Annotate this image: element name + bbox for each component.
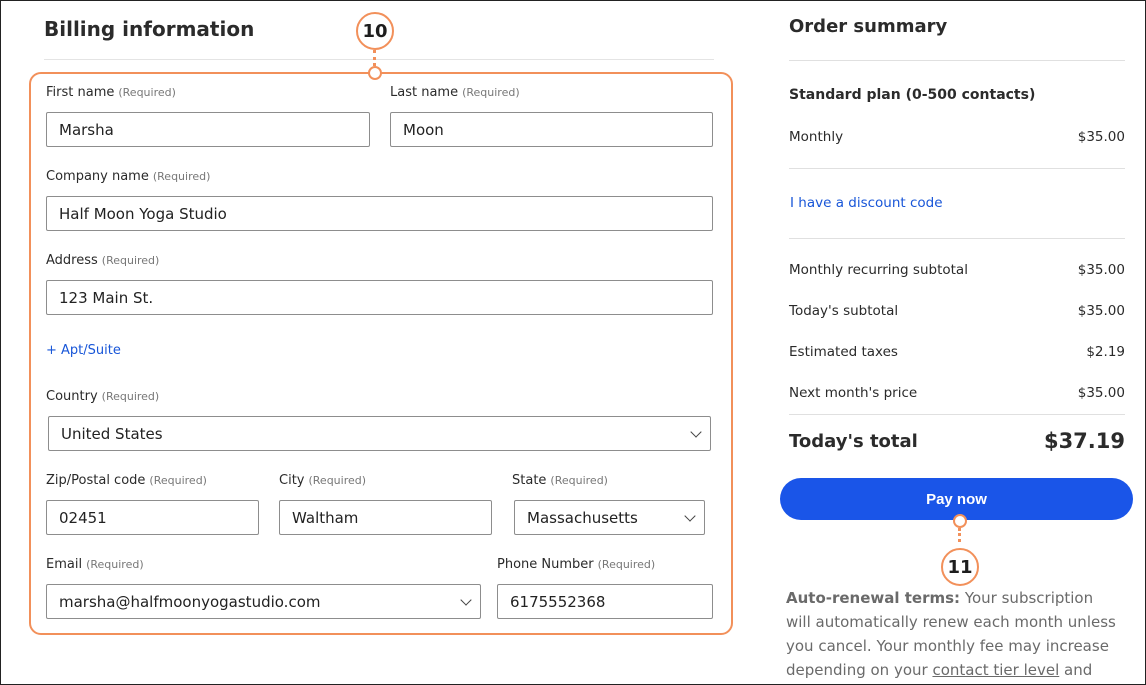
country-select[interactable]: United States xyxy=(48,416,711,451)
todays-total-value: $37.19 xyxy=(1043,429,1125,453)
callout-badge-10: 10 xyxy=(356,12,394,50)
country-value: United States xyxy=(61,424,163,443)
contact-tier-link[interactable]: contact tier level xyxy=(932,661,1059,679)
state-select[interactable]: Massachusetts xyxy=(514,500,705,535)
city-label: City (Required) xyxy=(279,473,367,488)
state-value: Massachusetts xyxy=(527,508,638,527)
last-name-input[interactable]: Moon xyxy=(390,112,713,147)
zip-input[interactable]: 02451 xyxy=(46,500,259,535)
email-select[interactable]: marsha@halfmoonyogastudio.com xyxy=(46,584,481,619)
callout-badge-11: 11 xyxy=(941,548,979,586)
todays-total-label: Today's total xyxy=(789,431,918,452)
recurring-subtotal-value: $35.00 xyxy=(1077,262,1125,278)
last-name-label: Last name (Required) xyxy=(390,85,520,100)
address-input[interactable]: 123 Main St. xyxy=(46,280,713,315)
recurring-subtotal-label: Monthly recurring subtotal xyxy=(789,262,968,278)
chevron-down-icon xyxy=(684,510,696,522)
chevron-down-icon xyxy=(460,594,472,606)
monthly-label: Monthly xyxy=(789,129,844,145)
today-subtotal-value: $35.00 xyxy=(1077,303,1125,319)
monthly-value: $35.00 xyxy=(1077,129,1125,145)
callout-connector xyxy=(373,50,376,66)
state-label: State (Required) xyxy=(512,473,608,488)
next-month-label: Next month's price xyxy=(789,385,918,401)
auto-renewal-terms: Auto-renewal terms: Your subscription wi… xyxy=(786,586,1121,682)
zip-label: Zip/Postal code (Required) xyxy=(46,473,207,488)
address-label: Address (Required) xyxy=(46,253,160,268)
billing-callout-highlight xyxy=(29,72,733,635)
next-month-value: $35.00 xyxy=(1077,385,1125,401)
summary-divider xyxy=(789,414,1125,415)
summary-divider xyxy=(789,168,1125,169)
summary-divider xyxy=(789,60,1125,61)
city-input[interactable]: Waltham xyxy=(279,500,492,535)
billing-title: Billing information xyxy=(44,17,255,41)
email-label: Email (Required) xyxy=(46,557,144,572)
company-input[interactable]: Half Moon Yoga Studio xyxy=(46,196,713,231)
company-label: Company name (Required) xyxy=(46,169,211,184)
estimated-taxes-value: $2.19 xyxy=(1086,344,1125,360)
summary-divider xyxy=(789,238,1125,239)
callout-anchor xyxy=(368,66,382,80)
terms-text-end: and xyxy=(1059,661,1093,679)
terms-heading: Auto-renewal terms: xyxy=(786,589,961,607)
order-summary-title: Order summary xyxy=(789,16,948,37)
title-divider xyxy=(44,59,714,60)
callout-anchor xyxy=(953,514,967,528)
estimated-taxes-label: Estimated taxes xyxy=(789,344,898,360)
apt-suite-link[interactable]: + Apt/Suite xyxy=(46,343,121,358)
country-label: Country (Required) xyxy=(46,389,160,404)
first-name-label: First name (Required) xyxy=(46,85,176,100)
callout-connector xyxy=(958,528,961,542)
today-subtotal-label: Today's subtotal xyxy=(789,303,899,319)
first-name-input[interactable]: Marsha xyxy=(46,112,370,147)
email-value: marsha@halfmoonyogastudio.com xyxy=(59,592,321,611)
phone-input[interactable]: 6175552368 xyxy=(497,584,713,619)
chevron-down-icon xyxy=(690,426,702,438)
discount-code-link[interactable]: I have a discount code xyxy=(790,195,943,211)
plan-name: Standard plan (0-500 contacts) xyxy=(789,87,1036,103)
phone-label: Phone Number (Required) xyxy=(497,557,656,572)
